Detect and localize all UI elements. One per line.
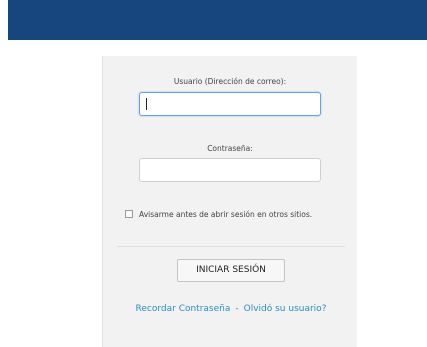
divider [117,246,345,247]
forgot-user-link[interactable]: Olvidó su usuario? [244,304,327,314]
remember-label[interactable]: Avisarme antes de abrir sesión en otros … [139,210,312,219]
email-field[interactable] [139,92,321,116]
header-bar [8,0,427,40]
link-separator: - [235,304,239,314]
remember-row[interactable]: Avisarme antes de abrir sesión en otros … [125,207,312,221]
forgot-password-link[interactable]: Recordar Contraseña [136,304,231,314]
text-caret [146,98,147,110]
password-field[interactable] [139,158,321,182]
login-button[interactable]: INICIAR SESIÓN [177,259,285,282]
recovery-links: Recordar Contraseña - Olvidó su usuario? [133,302,329,316]
remember-checkbox[interactable] [125,210,133,218]
email-label: Usuario (Dirección de correo): [173,77,287,86]
login-panel: Usuario (Dirección de correo): Contraseñ… [102,56,357,347]
password-label: Contraseña: [207,144,253,153]
